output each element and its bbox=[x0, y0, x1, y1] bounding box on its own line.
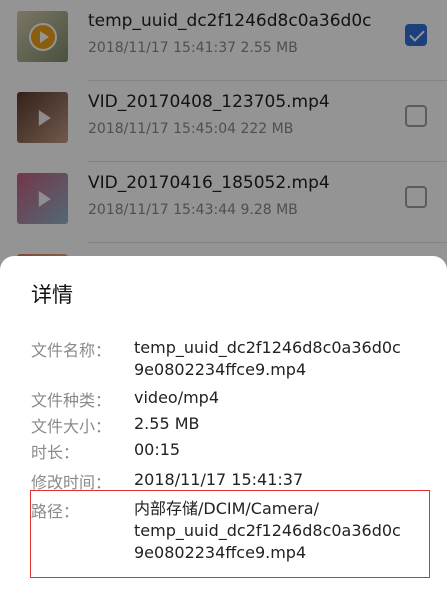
value-line: temp_uuid_dc2f1246d8c0a36d0c bbox=[134, 338, 401, 357]
value-line: 2018/11/17 15:41:37 bbox=[134, 470, 304, 489]
details-value-file-size: 2.55 MB bbox=[134, 413, 434, 435]
details-title: 详情 bbox=[31, 283, 73, 307]
details-value-modified-time: 2018/11/17 15:41:37 bbox=[134, 469, 434, 491]
value-line: video/mp4 bbox=[134, 388, 220, 407]
value-line: 2.55 MB bbox=[134, 414, 200, 433]
details-label: 文件种类： bbox=[31, 391, 112, 410]
details-label: 文件名称： bbox=[31, 341, 112, 360]
path-highlight-box bbox=[30, 490, 430, 578]
details-sheet: 详情 文件名称： temp_uuid_dc2f1246d8c0a36d0c 9e… bbox=[0, 256, 447, 600]
details-label: 文件大小： bbox=[31, 417, 112, 436]
screen: temp_uuid_dc2f1246d8c0a36d0c 2018/11/17 … bbox=[0, 0, 447, 600]
details-label: 时长： bbox=[31, 443, 80, 462]
value-line: 9e0802234ffce9.mp4 bbox=[134, 360, 307, 379]
value-line: 00:15 bbox=[134, 440, 181, 459]
details-value-duration: 00:15 bbox=[134, 439, 434, 461]
details-value-file-type: video/mp4 bbox=[134, 387, 434, 409]
details-value-file-name: temp_uuid_dc2f1246d8c0a36d0c 9e0802234ff… bbox=[134, 337, 434, 381]
